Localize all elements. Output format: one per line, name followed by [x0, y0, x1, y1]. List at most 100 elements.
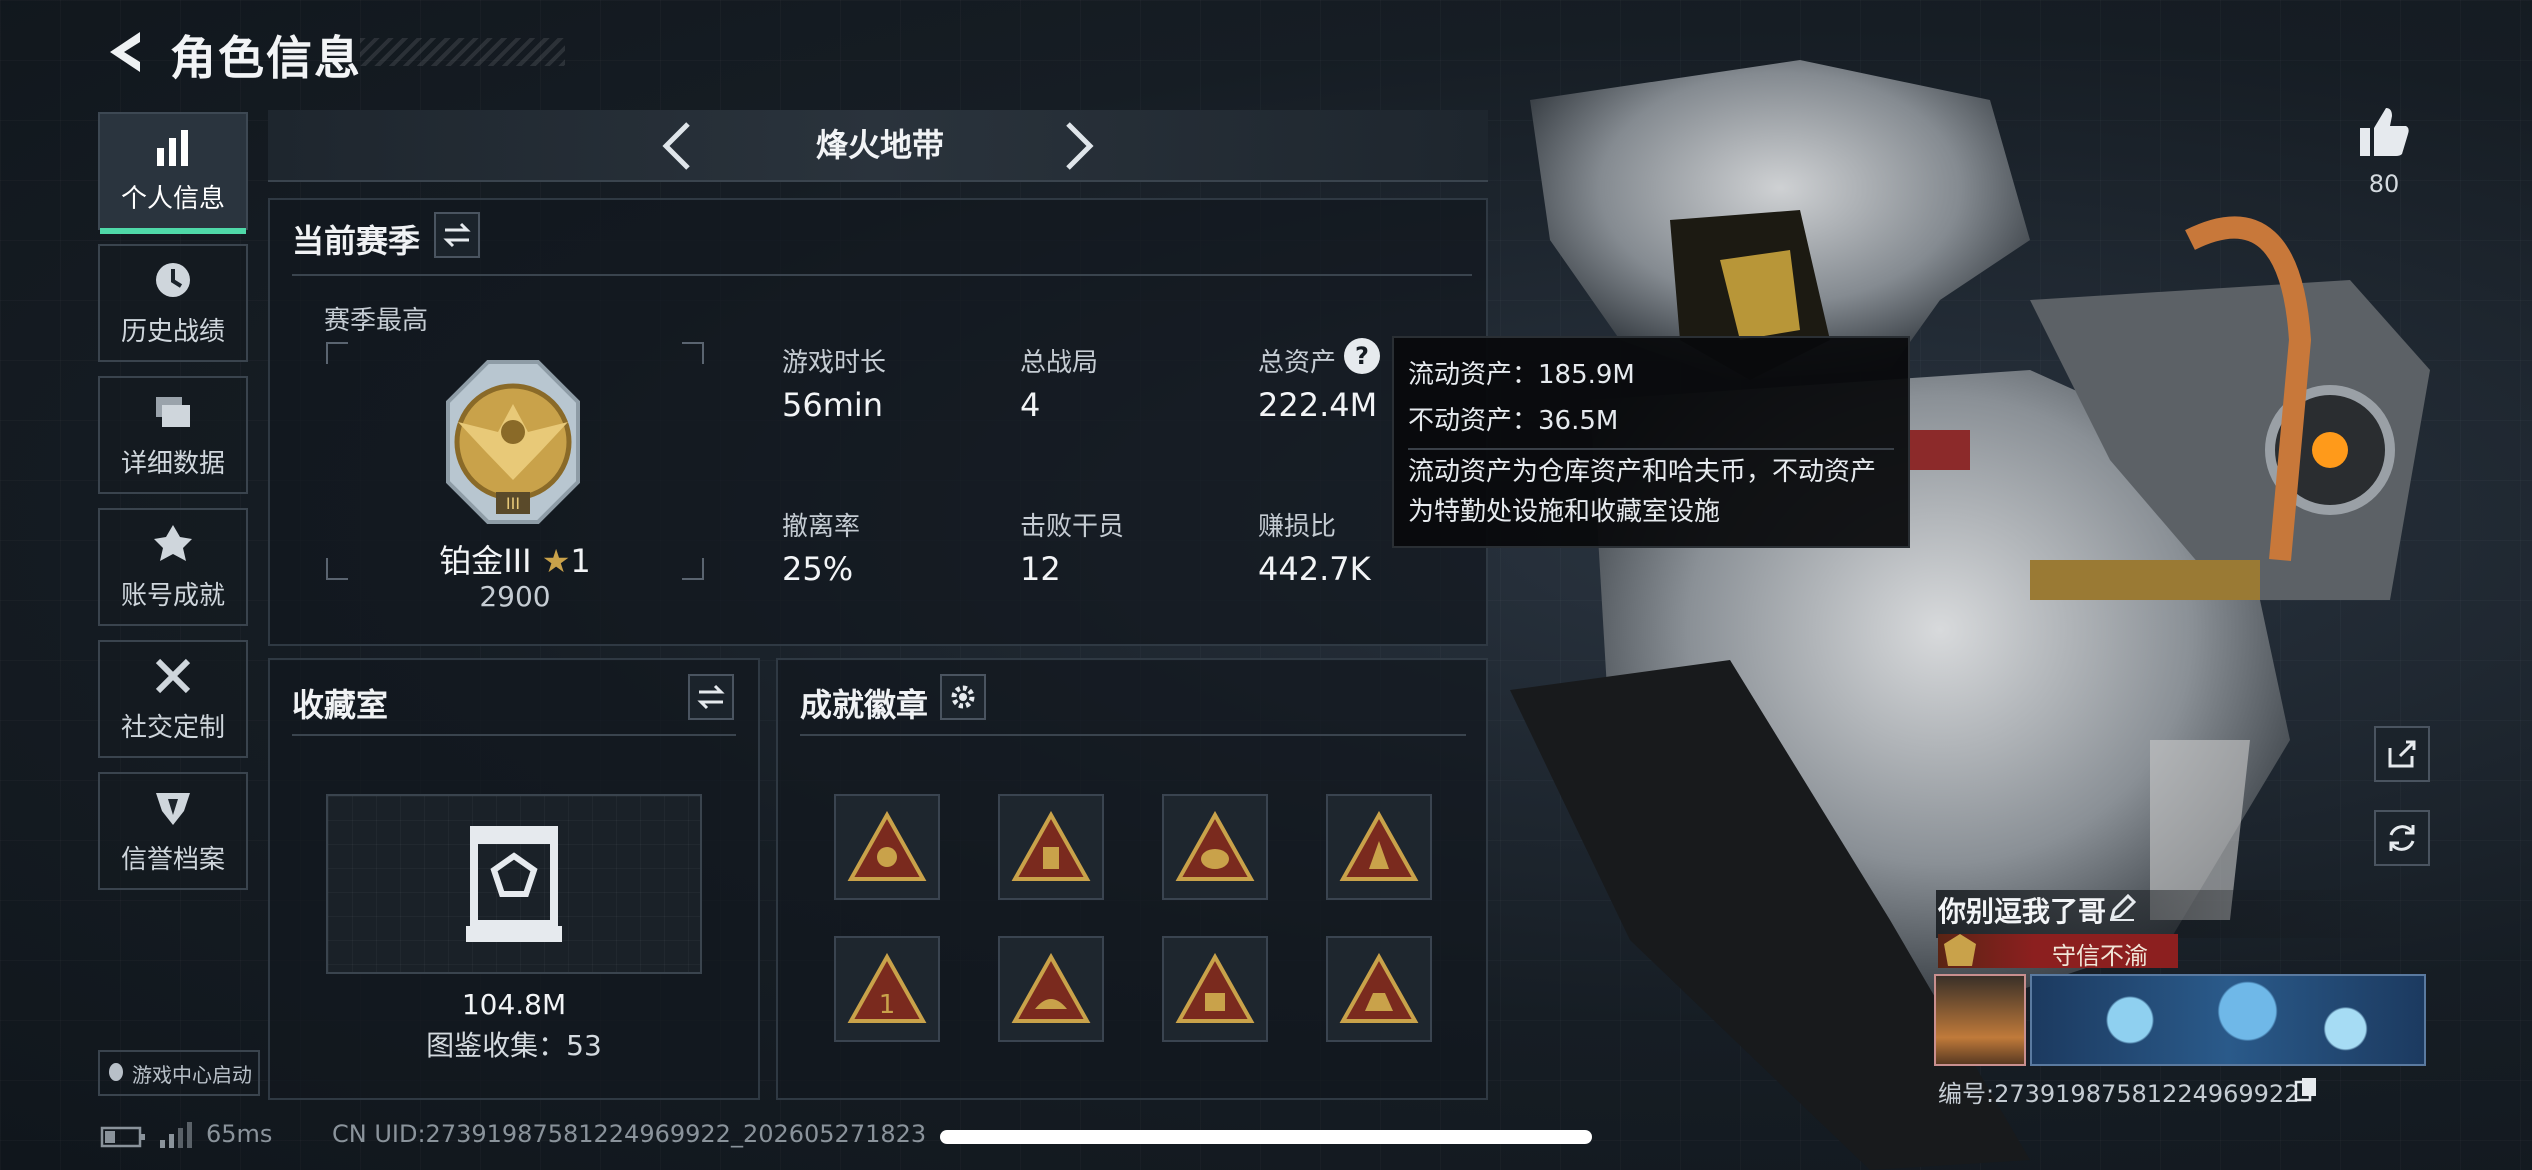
tooltip-desc2: 为特勤处设施和收藏室设施 [1408, 497, 1721, 527]
tooltip-divider [1408, 448, 1894, 450]
medal-icon [154, 524, 192, 561]
divider [292, 274, 1472, 276]
sidebar-item-social-custom[interactable]: 社交定制 [98, 640, 248, 758]
sidebar-item-credit-file[interactable]: 信誉档案 [98, 772, 248, 890]
sidebar-item-detail-data[interactable]: 详细数据 [98, 376, 248, 494]
page-title: 角色信息 [170, 31, 362, 85]
sidebar-item-achievements[interactable]: 账号成就 [98, 508, 248, 626]
folder-icon [156, 396, 190, 427]
stat-value: 56min [782, 386, 884, 424]
bar-chart-icon [157, 129, 188, 166]
rank-emblem-icon: III [446, 360, 580, 524]
stat-value: 4 [1020, 386, 1041, 424]
svg-text:1: 1 [879, 990, 896, 1020]
collection-catalog: 图鉴收集：53 [426, 1029, 602, 1062]
achievement-badge[interactable] [1162, 794, 1268, 900]
achievement-badge[interactable] [834, 794, 940, 900]
player-name: 你别逗我了哥 [1938, 895, 2107, 928]
asset-tooltip: 流动资产：185.9M 不动资产：36.5M 流动资产为仓库资产和哈夫币，不动资… [1392, 336, 1910, 548]
badge-triangle-icon [1175, 953, 1255, 1023]
tools-icon [155, 658, 191, 693]
next-mode-chevron-icon[interactable] [1060, 118, 1100, 174]
avatar[interactable] [1934, 974, 2026, 1066]
rank-line: 铂金III ★1 [326, 536, 704, 582]
sidebar-item-label: 信誉档案 [120, 844, 225, 875]
display-case-icon [466, 826, 562, 942]
refresh-button[interactable] [2374, 810, 2430, 866]
name-card-banner[interactable] [2030, 974, 2426, 1066]
sidebar-item-history[interactable]: 历史战绩 [98, 244, 248, 362]
qq-icon [109, 1063, 123, 1081]
divider [292, 734, 736, 736]
badge-triangle-icon [1011, 953, 1091, 1023]
like-thumb-icon[interactable] [2356, 104, 2412, 160]
badge-triangle-icon [847, 811, 927, 881]
season-title: 当前赛季 [292, 222, 421, 260]
stat-value: 442.7K [1258, 550, 1371, 588]
stat-label: 总资产 [1258, 348, 1337, 378]
back-arrow-icon[interactable] [100, 26, 152, 78]
edit-pencil-icon[interactable] [2108, 894, 2136, 922]
sidebar-item-personal-info[interactable]: 个人信息 [98, 112, 248, 234]
collection-value: 104.8M [461, 988, 567, 1021]
sidebar-item-label: 个人信息 [120, 183, 225, 214]
achievement-badge[interactable] [1326, 936, 1432, 1042]
collection-title: 收藏室 [292, 686, 389, 724]
rank-name: 铂金III [439, 542, 532, 580]
refresh-icon [2389, 825, 2415, 851]
game-center-launch-button[interactable]: 游戏中心启动 [98, 1050, 260, 1096]
stat-value: 12 [1020, 550, 1061, 588]
achievement-badge[interactable] [998, 936, 1104, 1042]
title-tag-text: 守信不渝 [2052, 942, 2148, 970]
rank-stars: 1 [570, 542, 591, 580]
tooltip-fixed: 不动资产：36.5M [1408, 406, 1619, 436]
sidebar-item-label: 历史战绩 [120, 316, 225, 347]
share-icon [2388, 740, 2416, 768]
mode-title: 烽火地带 [815, 126, 944, 164]
stat-value: 25% [782, 550, 854, 588]
copy-icon[interactable] [2294, 1076, 2318, 1102]
badge-triangle-icon [1011, 811, 1091, 881]
sidebar-item-label: 详细数据 [120, 448, 225, 479]
season-switch-button[interactable] [434, 212, 480, 258]
help-icon[interactable]: ? [1344, 338, 1380, 374]
achievement-badge[interactable] [998, 794, 1104, 900]
signal-icon [160, 1122, 192, 1148]
prev-mode-chevron-icon[interactable] [656, 118, 696, 174]
share-button[interactable] [2374, 726, 2430, 782]
sidebar-item-label: 社交定制 [120, 712, 225, 743]
badges-settings-button[interactable] [940, 674, 986, 720]
title-tag-emblem-icon [1944, 934, 1976, 966]
stat-label: 游戏时长 [782, 348, 887, 378]
battery-icon [100, 1126, 145, 1148]
swap-icon [697, 684, 725, 710]
stat-value: 222.4M [1258, 386, 1378, 424]
collection-switch-button[interactable] [688, 674, 734, 720]
achievement-badge[interactable] [1162, 936, 1268, 1042]
home-indicator[interactable] [940, 1130, 1592, 1144]
player-id: 编号:2739198758122496992​2 [1938, 1080, 2300, 1108]
rank-score: 2900 [479, 580, 551, 613]
tooltip-desc1: 流动资产为仓库资产和哈夫币，不动资产 [1408, 457, 1877, 487]
achievement-badge[interactable]: 1 [834, 936, 940, 1042]
launcher-label: 游戏中心启动 [132, 1062, 252, 1087]
ping-value: 65ms [206, 1120, 273, 1148]
uid-text: CN UID:27391987581224969922_202605271823 [332, 1120, 927, 1148]
badge-triangle-icon: 1 [847, 953, 927, 1023]
stat-label: 赚损比 [1258, 512, 1337, 542]
like-count: 80 [2368, 170, 2400, 198]
swap-icon [443, 222, 471, 248]
badges-title: 成就徽章 [800, 686, 929, 724]
svg-text:III: III [506, 494, 520, 513]
badge-triangle-icon [1339, 811, 1419, 881]
tooltip-liquid: 流动资产：185.9M [1408, 360, 1635, 390]
achievement-badge[interactable] [1326, 794, 1432, 900]
stat-label: 击败干员 [1020, 512, 1125, 542]
stat-label: 总战局 [1020, 348, 1099, 378]
shield-icon [156, 792, 190, 825]
badge-triangle-icon [1339, 953, 1419, 1023]
badge-triangle-icon [1175, 811, 1255, 881]
season-best-label: 赛季最高 [324, 306, 429, 336]
divider [800, 734, 1466, 736]
clock-icon [156, 262, 190, 297]
